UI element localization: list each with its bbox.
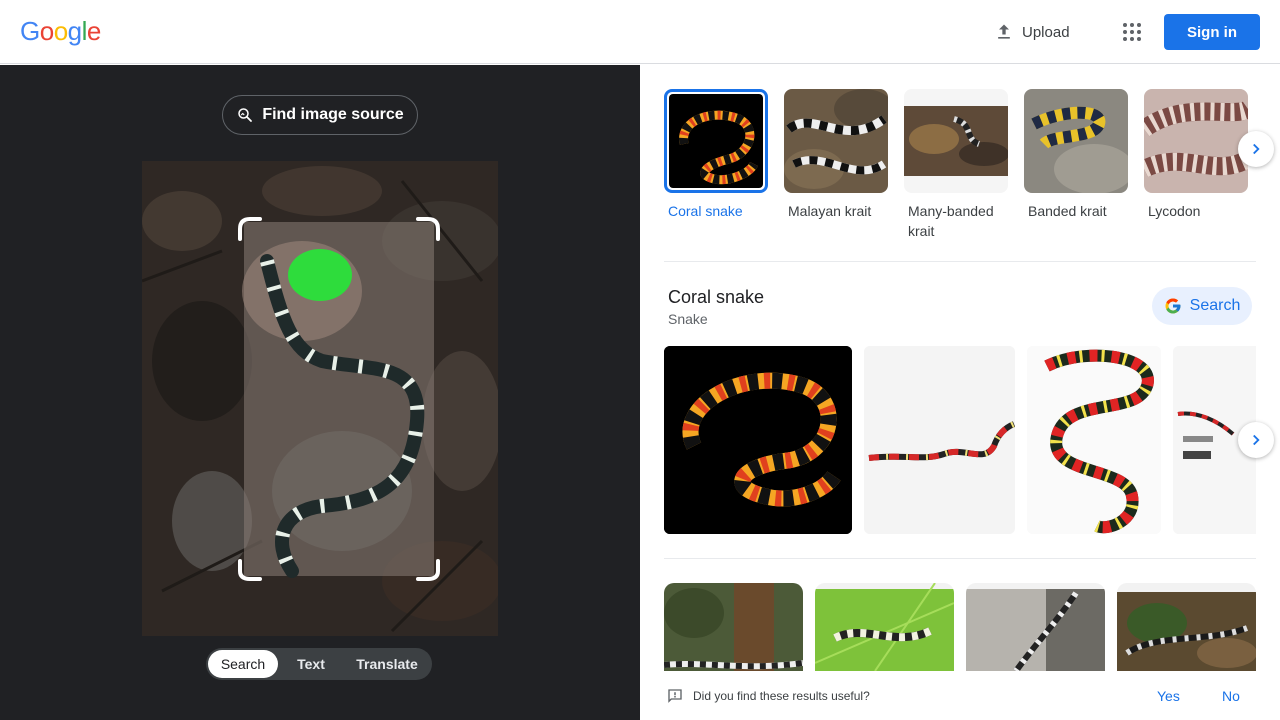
chevron-right-icon: [1253, 434, 1260, 446]
entity-carousel-next-button[interactable]: [1238, 131, 1274, 167]
visual-match[interactable]: [966, 583, 1105, 671]
logo-letter: G: [20, 16, 40, 46]
image-result[interactable]: [1027, 346, 1161, 534]
upload-icon: [998, 24, 1010, 39]
visual-matches-grid: [664, 583, 1256, 671]
visual-match[interactable]: [815, 583, 954, 671]
entity-chip[interactable]: Many-banded krait: [904, 89, 1016, 241]
entity-thumbnail: [1144, 89, 1248, 193]
entity-label: Malayan krait: [788, 203, 872, 219]
entity-chip[interactable]: Malayan krait: [784, 89, 896, 221]
entity-chip[interactable]: Banded krait: [1024, 89, 1136, 221]
entity-label: Banded krait: [1028, 203, 1107, 219]
knowledge-image-strip: [664, 346, 1256, 534]
knowledge-subtitle: Snake: [668, 311, 708, 327]
knowledge-search-button[interactable]: Search: [1152, 287, 1252, 325]
image-strip-next-button[interactable]: [1238, 422, 1274, 458]
chevron-right-icon: [1253, 143, 1260, 155]
logo-letter: e: [86, 16, 101, 46]
feedback-yes-button[interactable]: Yes: [1157, 688, 1180, 704]
find-image-source-button[interactable]: Find image source: [222, 95, 418, 135]
apps-grid-icon[interactable]: [1118, 18, 1146, 46]
entity-chip[interactable]: Coral snake: [664, 89, 776, 221]
google-logo[interactable]: Google: [20, 16, 101, 47]
sign-in-button[interactable]: Sign in: [1164, 14, 1260, 50]
knowledge-search-label: Search: [1189, 297, 1241, 314]
feedback-no-button[interactable]: No: [1222, 688, 1240, 704]
divider: [664, 558, 1256, 559]
query-image-pane: Find image source Search Text Translate: [0, 65, 640, 720]
upload-button[interactable]: Upload: [988, 16, 1076, 48]
visual-match[interactable]: [664, 583, 803, 671]
logo-letter: o: [53, 16, 68, 46]
knowledge-title: Coral snake: [668, 287, 765, 307]
feedback-question: Did you find these results useful?: [693, 689, 870, 703]
query-image: [142, 161, 498, 636]
image-search-icon: [238, 108, 253, 122]
lens-mode-tabs: Search Text Translate: [206, 648, 432, 680]
entity-thumbnail: [904, 89, 1008, 193]
tab-text[interactable]: Text: [278, 650, 344, 678]
entity-thumbnail: [1024, 89, 1128, 193]
top-bar: Google Upload Sign in: [0, 0, 1280, 64]
logo-letter: g: [67, 16, 82, 46]
entity-label: Many-banded krait: [908, 203, 994, 239]
entity-thumbnail: [664, 89, 768, 193]
visual-match[interactable]: [1117, 583, 1256, 671]
results-pane: Coral snake Malayan krait Many-banded kr…: [640, 65, 1280, 720]
entity-thumbnail: [784, 89, 888, 193]
divider: [664, 261, 1256, 262]
logo-letter: o: [39, 16, 54, 46]
image-result[interactable]: [864, 346, 1015, 534]
find-image-source-label: Find image source: [262, 106, 404, 123]
tab-search[interactable]: Search: [208, 650, 278, 678]
entity-label: Coral snake: [668, 203, 743, 219]
entity-carousel: Coral snake Malayan krait Many-banded kr…: [664, 89, 1256, 245]
feedback-bar: Did you find these results useful? Yes N…: [640, 675, 1280, 720]
tab-translate[interactable]: Translate: [344, 650, 430, 678]
image-result[interactable]: [664, 346, 852, 534]
upload-label: Upload: [1022, 23, 1070, 41]
feedback-icon: [668, 689, 682, 703]
entity-label: Lycodon: [1148, 203, 1201, 219]
google-g-icon: [1165, 298, 1181, 314]
